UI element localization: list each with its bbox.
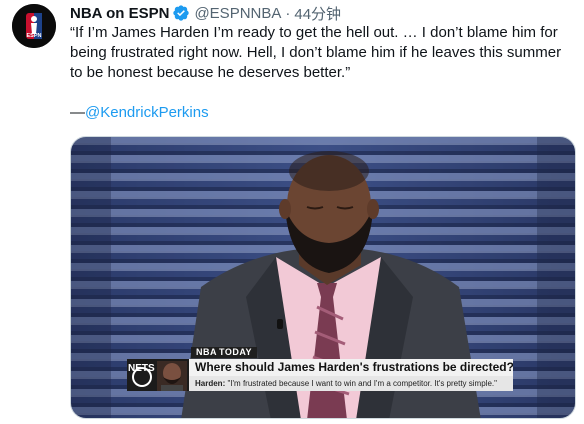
tweet-text-line: being frustrated right now. Hell, I don’… [70, 44, 562, 61]
brand-nba: NBA [196, 347, 217, 357]
tweet-header: NBA on ESPN @ESPNNBA · 44分钟 [70, 3, 341, 23]
tweet-card[interactable]: ESPN NBA on ESPN @ESPNNBA · 44分钟 “If I’m… [0, 0, 584, 424]
tweet-signature: —@KendrickPerkins [70, 103, 209, 123]
avatar-text: ESPN [27, 33, 42, 39]
show-brand: NBA TODAY [191, 347, 258, 358]
lower-third-banner: NETS NBA TODAY Where should James Harden'… [127, 345, 513, 391]
tweet-text-line: “If I’m James Harden I’m ready to get th… [70, 24, 558, 41]
separator-dot: · [285, 4, 291, 22]
lower-third-headline: Where should James Harden's frustrations… [189, 359, 513, 376]
nets-logo-icon: NETS [127, 359, 189, 391]
lower-third-quote: Harden: "I'm frustrated because I want t… [189, 376, 513, 391]
team-logo: NETS [127, 359, 189, 391]
brand-today: TODAY [219, 347, 253, 357]
team-logo-text: NETS [128, 363, 155, 374]
quote-speaker: Harden: [195, 379, 226, 388]
author-handle[interactable]: @ESPNNBA [194, 5, 281, 22]
mention-link[interactable]: @KendrickPerkins [85, 104, 209, 121]
avatar[interactable]: ESPN [12, 4, 56, 48]
tweet-text: “If I’m James Harden I’m ready to get th… [70, 23, 576, 83]
nba-logo-icon: ESPN [12, 4, 56, 48]
verified-badge-icon [172, 4, 190, 22]
signature-dash: — [70, 104, 85, 121]
timestamp[interactable]: 44分钟 [294, 3, 341, 24]
lapel-mic-icon [277, 319, 283, 329]
tweet-text-line: to be honest because he deserves better.… [70, 64, 351, 81]
quote-text: "I'm frustrated because I want to win an… [227, 379, 497, 388]
tweet-media-video[interactable]: NETS NBA TODAY Where should James Harden'… [70, 136, 576, 419]
display-name[interactable]: NBA on ESPN [70, 5, 169, 22]
